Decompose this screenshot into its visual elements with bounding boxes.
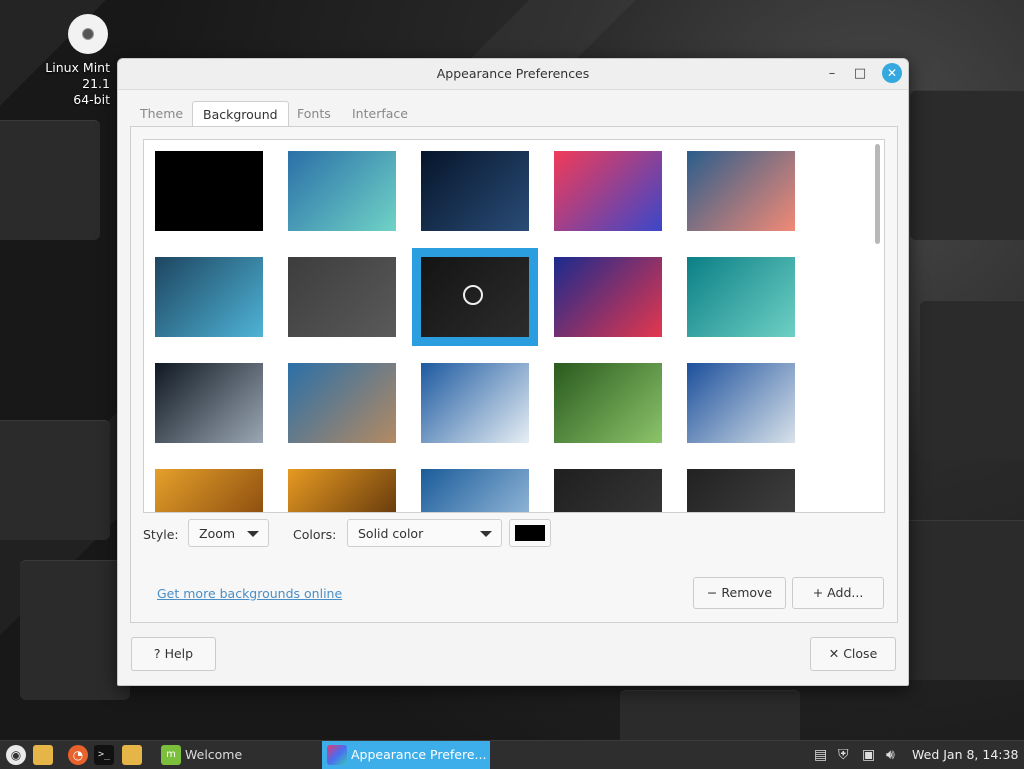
wallpaper-thumbnail-black[interactable] — [155, 151, 263, 231]
tab-interface[interactable]: Interface — [342, 101, 418, 127]
appearance-preferences-window: Appearance Preferences – □ ✕ Theme Backg… — [117, 58, 909, 686]
mint-logo-icon — [463, 285, 483, 305]
wallpaper-thumbnail-palm-sunset[interactable] — [288, 469, 396, 512]
wallpaper-thumbnail-orange-sky[interactable] — [155, 469, 263, 512]
wallpaper-thumbnail-frozen-bubble[interactable] — [155, 363, 263, 443]
wallpaper-thumbnail-mint-logo-dark[interactable] — [412, 248, 538, 346]
bg-tile — [920, 300, 1024, 460]
close-window-icon[interactable]: ✕ — [882, 63, 902, 83]
tab-background[interactable]: Background — [192, 101, 289, 128]
appearance-icon — [327, 745, 347, 765]
wallpaper-thumbnail-greek-terrace[interactable] — [687, 363, 795, 443]
clock[interactable]: Wed Jan 8, 14:38 — [912, 747, 1018, 762]
wallpaper-thumbnail-lagoon-ruins[interactable] — [687, 257, 795, 337]
color-swatch — [515, 525, 545, 541]
color-picker-button[interactable] — [509, 519, 551, 547]
colors-label: Colors: — [293, 527, 337, 542]
chevron-down-icon — [247, 531, 259, 537]
minimize-icon[interactable]: – — [823, 65, 841, 83]
disc-icon — [68, 14, 108, 54]
maximize-icon[interactable]: □ — [851, 65, 869, 83]
folder-icon[interactable] — [33, 745, 53, 765]
wallpaper-thumbnail-bubble-sea[interactable] — [288, 363, 396, 443]
network-icon[interactable]: ▣ — [862, 747, 875, 763]
bg-tile — [0, 420, 110, 540]
style-controls: Style: Zoom Colors: Solid color — [143, 519, 883, 549]
bg-tile — [900, 520, 1024, 680]
wallpaper-thumbnail-sunset-sea[interactable] — [687, 151, 795, 231]
window-title: Appearance Preferences — [436, 66, 590, 81]
bg-tile — [620, 690, 800, 740]
wallpaper-thumbnail-red-blue-ripples[interactable] — [554, 257, 662, 337]
help-button[interactable]: ? Help — [131, 637, 216, 671]
minus-icon: − — [706, 585, 718, 600]
desktop-icon-computer[interactable]: Linux Mint 21.1 64-bit — [22, 12, 122, 108]
style-dropdown[interactable]: Zoom — [188, 519, 269, 547]
wallpaper-thumbnail-green-grass[interactable] — [554, 363, 662, 443]
wallpaper-gallery[interactable] — [143, 139, 885, 513]
wallpaper-thumbnail-snowy-mountains[interactable] — [421, 363, 529, 443]
style-value: Zoom — [199, 526, 236, 541]
wallpaper-thumbnail-blue-cubes[interactable] — [155, 257, 263, 337]
remove-button[interactable]: − Remove — [693, 577, 786, 609]
files-icon[interactable] — [122, 745, 142, 765]
close-button[interactable]: ✕ Close — [810, 637, 896, 671]
wallpaper-thumbnail-dark-lines[interactable] — [421, 151, 529, 231]
add-button[interactable]: + Add... — [792, 577, 884, 609]
mint-menu-icon[interactable]: ◉ — [6, 745, 26, 765]
bg-tile — [910, 90, 1024, 240]
volume-icon[interactable]: 🔊︎ — [886, 747, 895, 763]
remove-label: Remove — [721, 585, 773, 600]
title-bar[interactable]: Appearance Preferences – □ ✕ — [118, 59, 908, 90]
desktop-icon-label: Linux Mint 21.1 — [45, 60, 110, 91]
mint-welcome-icon: m — [161, 745, 181, 765]
taskbar: ◉ ◔ >_ m Welcome Appearance Prefere... ▤… — [0, 740, 1024, 769]
tab-theme[interactable]: Theme — [130, 101, 193, 127]
colors-value: Solid color — [358, 526, 424, 541]
clipboard-icon[interactable]: ▤ — [814, 747, 827, 763]
wallpaper-thumbnail-rainbow-bubble[interactable] — [554, 151, 662, 231]
wallpaper-thumbnail-cracked-asphalt[interactable] — [288, 257, 396, 337]
wallpaper-thumbnail-coast-clouds[interactable] — [421, 469, 529, 512]
add-label: Add... — [827, 585, 864, 600]
plus-icon: + — [812, 585, 824, 600]
wallpaper-thumbnail-dark-texture[interactable] — [687, 469, 795, 512]
get-more-backgrounds-link[interactable]: Get more backgrounds online — [157, 586, 342, 601]
task-label: Welcome — [185, 747, 243, 762]
task-label: Appearance Prefere... — [351, 747, 487, 762]
firefox-icon[interactable]: ◔ — [68, 745, 88, 765]
close-label: Close — [843, 646, 878, 661]
colors-dropdown[interactable]: Solid color — [347, 519, 502, 547]
chevron-down-icon — [480, 531, 492, 537]
background-panel: Style: Zoom Colors: Solid color Get more… — [130, 126, 898, 623]
wallpaper-thumbnail-aqua-waves[interactable] — [288, 151, 396, 231]
tab-fonts[interactable]: Fonts — [287, 101, 341, 127]
desktop-icon-sublabel: 64-bit — [73, 92, 110, 107]
style-label: Style: — [143, 527, 179, 542]
question-icon: ? — [153, 646, 161, 661]
gallery-scrollbar[interactable] — [875, 144, 880, 244]
help-label: Help — [164, 646, 194, 661]
bg-tile — [0, 120, 100, 240]
close-icon: ✕ — [828, 646, 840, 661]
shield-icon[interactable]: ⛨ — [838, 747, 849, 763]
bg-tile — [20, 560, 130, 700]
terminal-icon[interactable]: >_ — [94, 745, 114, 765]
task-welcome[interactable]: m Welcome — [155, 741, 315, 769]
wallpaper-thumbnail-dark-floor[interactable] — [554, 469, 662, 512]
task-appearance[interactable]: Appearance Prefere... — [322, 741, 490, 769]
